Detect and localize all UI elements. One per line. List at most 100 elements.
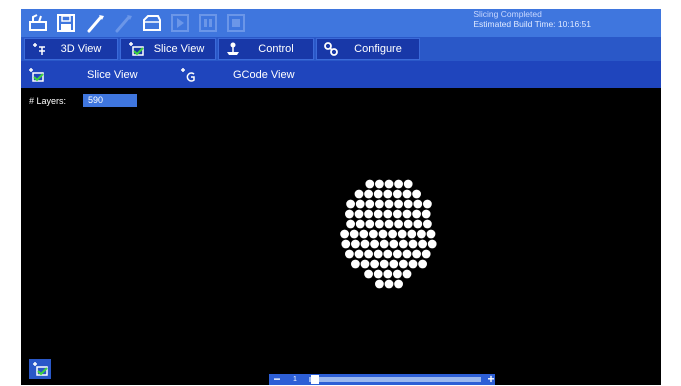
tab-slice-view[interactable]: Slice View <box>120 38 216 60</box>
slice-dot <box>423 199 432 209</box>
status-slicing: Slicing Completed <box>473 9 542 19</box>
slice-dot <box>349 229 359 239</box>
slice-dot <box>370 239 379 249</box>
slice-dot <box>370 259 379 269</box>
stop-icon <box>227 14 245 32</box>
slice-dot <box>383 249 393 259</box>
wand-icon <box>87 15 104 33</box>
slice-dot <box>402 209 412 219</box>
configure-icon <box>323 41 339 57</box>
slice-dot <box>393 249 402 259</box>
slice-dot <box>412 249 421 259</box>
wand-disabled-button[interactable] <box>111 11 137 35</box>
print-icon <box>29 14 47 31</box>
sub-tabs: Slice View GCode View <box>21 61 661 88</box>
slice-dot <box>346 199 355 209</box>
slice-dot <box>394 219 403 229</box>
app-window: Slicing Completed Estimated Build Time: … <box>0 0 681 386</box>
slice-dot <box>340 229 349 239</box>
save-button[interactable] <box>53 11 79 35</box>
tab-control[interactable]: Control <box>218 38 314 60</box>
slider-increment-button[interactable]: + <box>485 372 497 386</box>
slider-thumb[interactable] <box>311 375 319 384</box>
layer-slider[interactable]: − 1 + <box>269 372 497 386</box>
slice-dot <box>360 239 370 249</box>
main-toolbar: Slicing Completed Estimated Build Time: … <box>21 9 661 37</box>
slice-dot <box>413 199 423 209</box>
slice-dot <box>397 229 407 239</box>
tab-label: 3D View <box>60 43 102 55</box>
slice-dot <box>389 239 399 249</box>
slice-dot <box>373 189 383 199</box>
slice-dot <box>341 239 351 249</box>
tab-configure[interactable]: Configure <box>316 38 420 60</box>
slice-dot <box>345 209 354 219</box>
folder-icon <box>143 15 161 31</box>
layers-count-field: 590 <box>83 94 137 107</box>
slice-dot <box>359 229 369 239</box>
stop-button[interactable] <box>223 11 249 35</box>
subtab-label: Slice View <box>87 68 138 81</box>
subtab-slice-view[interactable]: Slice View <box>27 63 167 86</box>
slice-dot <box>423 219 432 229</box>
slice-dot <box>408 239 418 249</box>
tab-label: Slice View <box>153 43 205 55</box>
slider-value: 1 <box>293 376 297 383</box>
slice-view-icon <box>33 362 48 376</box>
slider-decrement-button[interactable]: − <box>271 372 283 386</box>
slice-view-toggle-button[interactable] <box>29 359 51 379</box>
slice-preview <box>340 179 437 289</box>
slice-dot <box>403 199 413 209</box>
wand-button[interactable] <box>83 11 109 35</box>
slice-dot <box>345 249 354 259</box>
slice-dot <box>384 279 394 289</box>
slice-dot <box>389 259 399 269</box>
slice-dot <box>403 219 413 229</box>
slice-dot <box>364 209 373 219</box>
build-status: Slicing Completed Estimated Build Time: … <box>473 9 591 29</box>
slice-dot <box>421 209 431 219</box>
slice-dot <box>375 179 384 189</box>
slice-viewport[interactable]: # Layers: 590 − 1 + <box>21 88 661 386</box>
slice-dot <box>394 199 403 209</box>
slice-dot <box>393 269 402 279</box>
slice-dot <box>360 259 370 269</box>
tab-3d-view[interactable]: 3D View <box>24 38 118 60</box>
slice-dot <box>413 219 423 229</box>
slice-dot <box>355 199 365 209</box>
print-button[interactable] <box>25 11 51 35</box>
play-button[interactable] <box>167 11 193 35</box>
status-build-time: Estimated Build Time: 10:16:51 <box>473 19 591 29</box>
wand-disabled-icon <box>115 15 132 33</box>
slice-dot <box>426 229 436 239</box>
slice-dot <box>402 269 412 279</box>
slice-dot <box>399 259 408 269</box>
slice-dot <box>399 239 408 249</box>
slice-dot <box>369 229 378 239</box>
gcode-view-icon <box>179 67 197 83</box>
slice-dot <box>378 229 388 239</box>
slice-dot <box>355 219 365 229</box>
slice-view-icon <box>27 67 45 83</box>
tab-label: Control <box>258 43 294 55</box>
layers-label: # Layers: <box>29 96 67 106</box>
subtab-label: GCode View <box>233 68 295 81</box>
slice-dot <box>402 189 412 199</box>
slice-dot <box>394 179 403 189</box>
3d-view-icon <box>31 42 47 56</box>
main-tabs: 3D View Slice View Control Configure <box>21 37 661 61</box>
slice-dot <box>375 219 384 229</box>
slice-view-icon <box>127 41 145 57</box>
tab-label: Configure <box>354 43 402 55</box>
slice-dot <box>365 199 375 209</box>
slice-dot <box>412 209 421 219</box>
open-folder-button[interactable] <box>139 11 165 35</box>
save-icon <box>57 14 75 32</box>
slider-track[interactable] <box>309 377 481 382</box>
subtab-gcode-view[interactable]: GCode View <box>179 63 329 86</box>
slice-dot <box>365 179 375 189</box>
pause-button[interactable] <box>195 11 221 35</box>
slice-dot <box>373 209 383 219</box>
slice-dot <box>384 199 394 209</box>
slice-dot <box>373 249 383 259</box>
